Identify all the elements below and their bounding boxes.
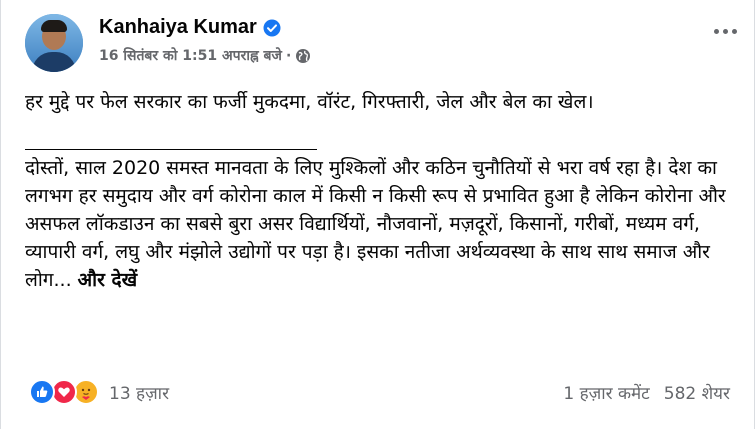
avatar[interactable] (25, 14, 83, 72)
comment-count[interactable]: 1 हज़ार कमेंट (563, 381, 649, 404)
separator: · (285, 47, 292, 64)
post-paragraph-2: दोस्तों, साल 2020 समस्त मानवता के लिए मु… (25, 154, 731, 294)
globe-icon[interactable] (295, 48, 311, 64)
like-icon (29, 379, 55, 405)
post-body: हर मुद्दे पर फेल सरकार का फर्जी मुकदमा, … (25, 88, 731, 294)
text-divider (25, 130, 731, 154)
more-options-button[interactable] (710, 16, 740, 46)
dot-icon (713, 28, 719, 34)
author-name[interactable]: Kanhaiya Kumar (99, 16, 257, 39)
verified-badge-icon (263, 19, 281, 37)
post-stats: 1 हज़ार कमेंट 582 शेयर (563, 381, 730, 404)
see-more-link[interactable]: और देखें (78, 269, 137, 291)
post-paragraph-1: हर मुद्दे पर फेल सरकार का फर्जी मुकदमा, … (25, 91, 594, 113)
post-meta: Kanhaiya Kumar 16 सितंबर को 1:51 अपराह्न… (99, 14, 311, 74)
post-footer: 13 हज़ार 1 हज़ार कमेंट 582 शेयर (29, 374, 730, 410)
post-card: Kanhaiya Kumar 16 सितंबर को 1:51 अपराह्न… (0, 0, 755, 429)
post-timestamp[interactable]: 16 सितंबर को 1:51 अपराह्न बजे (99, 46, 282, 65)
reaction-count[interactable]: 13 हज़ार (109, 381, 169, 404)
reactions[interactable] (29, 379, 99, 405)
dot-icon (722, 28, 728, 34)
post-header: Kanhaiya Kumar 16 सितंबर को 1:51 अपराह्न… (25, 14, 738, 74)
share-count[interactable]: 582 शेयर (664, 381, 730, 404)
dot-icon (731, 28, 737, 34)
